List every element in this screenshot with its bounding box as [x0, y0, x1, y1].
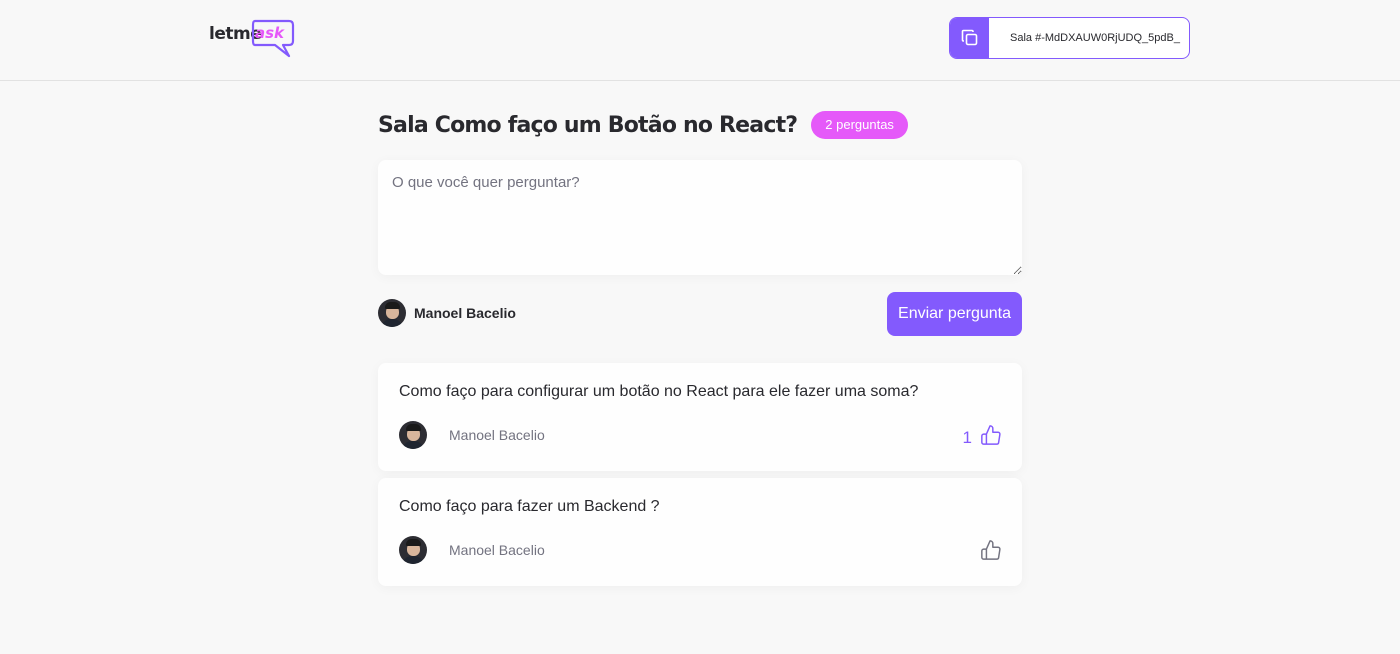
question-text: Como faço para configurar um botão no Re…: [399, 383, 919, 400]
user-name: Manoel Bacelio: [414, 305, 516, 321]
room-code-button[interactable]: Sala #-MdDXAUW0RjUDQ_5pdB_: [949, 17, 1190, 59]
question-count-badge: 2 perguntas: [811, 111, 908, 139]
form-footer: Manoel Bacelio Enviar pergunta: [378, 292, 1022, 336]
question-author-name: Manoel Bacelio: [449, 427, 545, 443]
room-title-row: Sala Como faço um Botão no React? 2 perg…: [378, 110, 908, 140]
thumbs-up-icon[interactable]: [980, 539, 1002, 566]
avatar: [378, 299, 406, 327]
page-title: Sala Como faço um Botão no React?: [378, 112, 798, 138]
question-author: Manoel Bacelio: [399, 421, 545, 449]
copy-icon[interactable]: [950, 18, 989, 58]
logo-accent-text: ask: [255, 24, 285, 42]
avatar: [399, 421, 427, 449]
question-text: Como faço para fazer um Backend ?: [399, 498, 660, 515]
like-button[interactable]: 1: [963, 424, 1002, 451]
like-count: 1: [962, 427, 972, 447]
question-card: Como faço para configurar um botão no Re…: [378, 363, 1022, 471]
room-code-label: Sala #-MdDXAUW0RjUDQ_5pdB_: [1010, 32, 1180, 44]
speech-bubble-icon: ask: [251, 19, 295, 59]
avatar: [399, 536, 427, 564]
send-question-button[interactable]: Enviar pergunta: [887, 292, 1022, 336]
question-author-name: Manoel Bacelio: [449, 542, 545, 558]
question-author: Manoel Bacelio: [399, 536, 545, 564]
logo[interactable]: letme ask: [209, 18, 295, 60]
question-input[interactable]: [378, 160, 1022, 275]
question-card: Como faço para fazer um Backend ? Manoel…: [378, 478, 1022, 586]
user-info: Manoel Bacelio: [378, 299, 516, 327]
header: letme ask Sala #-MdDXAUW0RjUDQ_5pdB_: [0, 0, 1400, 81]
like-button[interactable]: [972, 539, 1002, 566]
thumbs-up-icon[interactable]: [980, 424, 1002, 451]
